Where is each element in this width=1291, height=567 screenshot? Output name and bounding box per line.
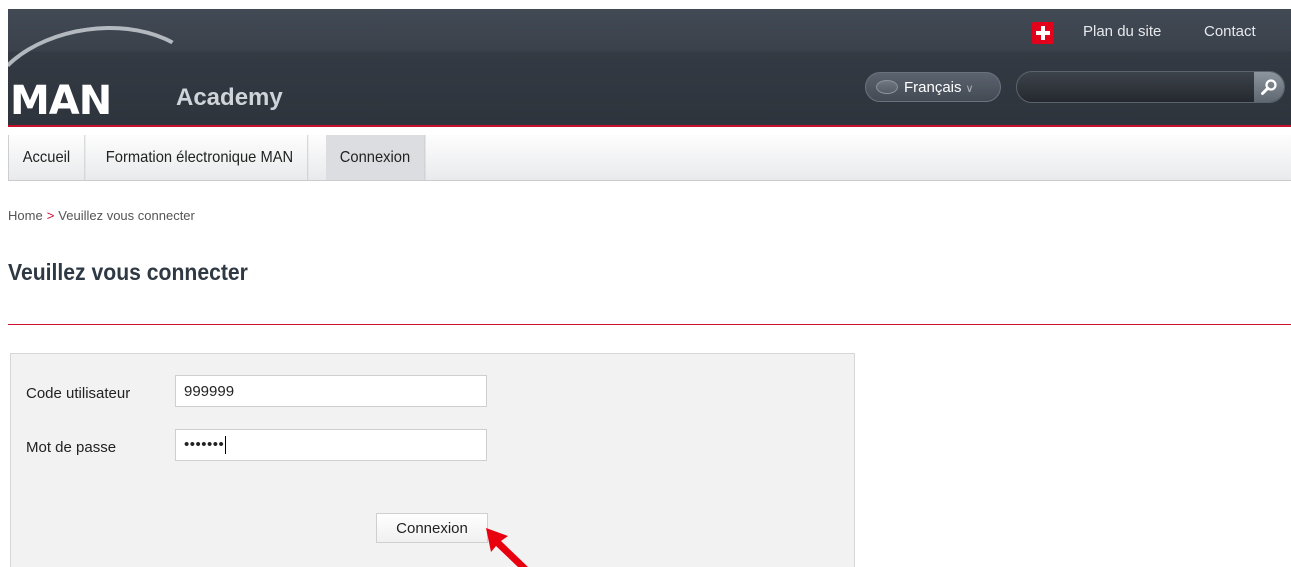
nav-item-accueil[interactable]: Accueil	[8, 135, 85, 180]
main-nav: Accueil Formation électronique MAN Conne…	[8, 135, 1291, 181]
language-label: Français	[904, 78, 962, 96]
search-box	[1016, 71, 1285, 103]
password-label: Mot de passe	[26, 439, 117, 456]
user-code-label: Code utilisateur	[26, 385, 131, 402]
title-divider	[8, 324, 1291, 325]
language-select[interactable]: Français ∨	[865, 72, 1001, 102]
user-code-field[interactable]	[175, 375, 487, 407]
site-header: MAN Academy Plan du site Contact Françai…	[8, 9, 1291, 127]
search-button[interactable]	[1254, 72, 1284, 102]
login-button[interactable]: Connexion	[376, 513, 488, 543]
nav-item-connexion[interactable]: Connexion	[326, 135, 426, 180]
search-icon	[1261, 79, 1277, 95]
sitemap-link[interactable]: Plan du site	[1083, 21, 1161, 43]
nav-item-formation[interactable]: Formation électronique MAN	[92, 135, 308, 180]
page-title: Veuillez vous connecter	[8, 259, 248, 285]
header-accent-bar	[8, 125, 1291, 127]
breadcrumb: Home > Veuillez vous connecter	[8, 207, 195, 225]
breadcrumb-separator: >	[46, 208, 55, 223]
breadcrumb-current: Veuillez vous connecter	[58, 208, 195, 223]
login-form: Code utilisateur Mot de passe ••••••• Co…	[10, 353, 855, 567]
password-field[interactable]: •••••••	[175, 429, 487, 461]
search-input[interactable]	[1027, 75, 1247, 99]
red-pointer-arrow	[486, 528, 528, 567]
chevron-down-icon: ∨	[965, 82, 974, 95]
password-mask: •••••••	[184, 436, 225, 453]
text-caret	[225, 436, 227, 455]
globe-icon	[876, 80, 898, 94]
swiss-flag-icon[interactable]	[1032, 22, 1054, 44]
man-logo[interactable]: MAN	[10, 81, 112, 121]
site-name[interactable]: Academy	[176, 83, 283, 113]
breadcrumb-home-link[interactable]: Home	[8, 208, 43, 223]
contact-link[interactable]: Contact	[1204, 21, 1256, 43]
